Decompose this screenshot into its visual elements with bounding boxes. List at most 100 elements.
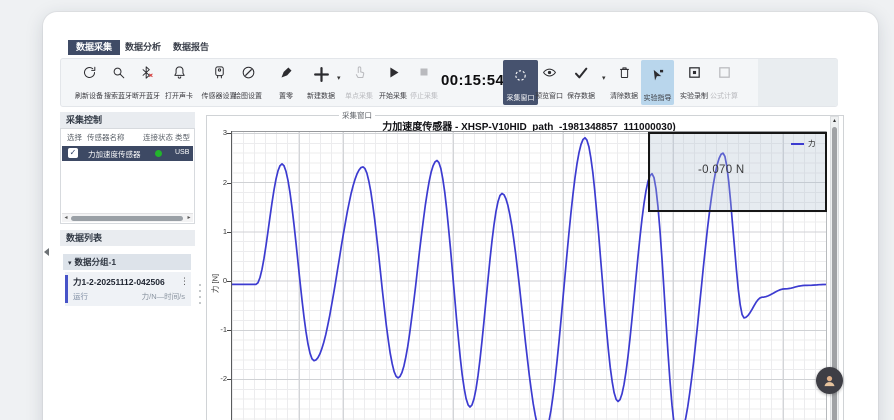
button-label: 绘图设置 (234, 93, 262, 101)
button-label: 断开蓝牙 (132, 93, 160, 101)
item-menu-icon[interactable]: ⋮ (180, 276, 189, 287)
experiment-record-button[interactable]: 实验录制 (677, 62, 711, 103)
button-label: 公式计算 (710, 93, 738, 101)
group-expand-icon[interactable]: ▾ (68, 260, 72, 267)
table-row-sensor[interactable]: ✓ 力加速度传感器 USB (62, 146, 193, 161)
y-tick-label: -1 (203, 325, 227, 334)
scroll-up-icon[interactable]: ▴ (831, 117, 838, 126)
collapse-sidebar-arrow[interactable] (44, 248, 49, 256)
chart-legend: 力 (791, 138, 816, 149)
y-tick-mark (227, 232, 231, 233)
data-group-row[interactable]: ▾数据分组-1 (63, 254, 191, 270)
pencil-circle-icon (241, 65, 256, 80)
disconnect-bluetooth-button[interactable]: 断开蓝牙 (129, 62, 163, 103)
legend-label: 力 (808, 138, 816, 149)
item-status: 运行 (73, 291, 88, 302)
y-tick-label: 2 (203, 178, 227, 187)
search-icon (111, 65, 126, 80)
cursor-icon (650, 68, 665, 83)
y-tick-mark (227, 183, 231, 184)
button-label: 保存数据 (567, 93, 595, 101)
play-icon (386, 65, 401, 80)
button-label: 停止采集 (410, 93, 438, 101)
button-label: 实验指导 (644, 95, 672, 103)
set-zero-button[interactable]: 置零 (269, 62, 303, 103)
connection-status-dot (155, 150, 162, 157)
tab-data-report[interactable]: 数据报告 (165, 40, 217, 55)
button-label: 置零 (279, 93, 293, 101)
sensor-table-header: 选择 传感器名称 连接状态 类型 (61, 132, 194, 144)
stop-acquire-button: 停止采集 (407, 62, 441, 103)
value-annotation: -0.070 N (698, 164, 745, 176)
y-tick-mark (227, 379, 231, 380)
y-tick-mark (227, 281, 231, 282)
button-label: 刷新设备 (75, 93, 103, 101)
refresh-icon (82, 65, 97, 80)
col-type: 类型 (175, 132, 190, 143)
item-name: 力1-2-20251112-042506 (73, 276, 165, 288)
panel-title-data-list: 数据列表 (60, 230, 195, 246)
tab-data-analysis[interactable]: 数据分析 (117, 40, 169, 55)
tab-data-acquisition[interactable]: 数据采集 (68, 40, 120, 55)
toolbar-empty-area (758, 59, 838, 106)
open-soundcard-button[interactable]: 打开声卡 (162, 62, 196, 103)
button-label: 采集窗口 (507, 95, 535, 103)
single-point-acquire-button: 单点采集 (342, 62, 376, 103)
button-label: 单点采集 (345, 93, 373, 101)
formula-icon (717, 65, 732, 80)
trash-icon (617, 65, 632, 80)
sensor-type: USB (175, 149, 189, 156)
dashed-circle-icon (513, 68, 528, 83)
data-list-item[interactable]: 力1-2-20251112-042506 ⋮ 运行 力/N—时间/s (65, 272, 191, 306)
y-tick-label: 1 (203, 227, 227, 236)
y-tick-label: 0 (203, 276, 227, 285)
experiment-guide-button[interactable]: 实验指导 (641, 60, 674, 105)
plot-settings-button[interactable]: 绘图设置 (231, 62, 265, 103)
item-accent-bar (65, 275, 68, 303)
pen-icon (279, 65, 294, 80)
caret-down-icon[interactable]: ▾ (602, 74, 606, 82)
preview-window-button[interactable]: 预览窗口 (532, 62, 566, 103)
button-label: 开始采集 (379, 93, 407, 101)
splitter-handle[interactable] (197, 284, 203, 304)
stop-icon (417, 65, 431, 79)
eye-icon (542, 65, 557, 80)
button-label: 搜索蓝牙 (104, 93, 132, 101)
app-window: 数据采集 数据分析 数据报告 00:15:54 刷新设备搜索蓝牙断开蓝牙打开声卡… (43, 12, 878, 420)
col-connection-status: 连接状态 (143, 132, 173, 143)
plus-icon (312, 65, 331, 84)
new-data-button[interactable]: 新建数据 (302, 62, 340, 103)
y-tick-label: 3 (203, 128, 227, 137)
y-tick-mark (227, 133, 231, 134)
assistant-avatar-button[interactable] (816, 367, 843, 394)
scroll-left-icon[interactable]: ◂ (62, 214, 70, 222)
person-icon (822, 373, 837, 388)
table-horizontal-scrollbar[interactable]: ◂ ▸ (62, 213, 193, 222)
col-sensor-name: 传感器名称 (87, 132, 125, 143)
button-label: 打开声卡 (165, 93, 193, 101)
start-acquire-button[interactable]: 开始采集 (376, 62, 410, 103)
sensor-table: 选择 传感器名称 连接状态 类型 ✓ 力加速度传感器 USB ◂ ▸ (60, 128, 195, 224)
app-screen: 数据采集 数据分析 数据报告 00:15:54 刷新设备搜索蓝牙断开蓝牙打开声卡… (0, 0, 894, 420)
y-tick-label: -2 (203, 374, 227, 383)
formula-calc-button: 公式计算 (707, 62, 741, 103)
bluetooth-off-icon (139, 65, 154, 80)
check-icon (573, 65, 589, 81)
scrollbar-thumb[interactable] (71, 216, 183, 221)
clear-data-button[interactable]: 清除数据 (607, 62, 641, 103)
toolbar: 00:15:54 刷新设备搜索蓝牙断开蓝牙打开声卡传感器设置绘图设置置零新建数据… (60, 58, 838, 107)
scroll-right-icon[interactable]: ▸ (185, 214, 193, 222)
y-tick-mark (227, 330, 231, 331)
sensor-name: 力加速度传感器 (88, 149, 141, 160)
bell-icon (172, 65, 187, 80)
button-label: 清除数据 (610, 93, 638, 101)
button-label: 新建数据 (307, 93, 335, 101)
group-label: 数据分组-1 (75, 257, 117, 267)
legend-line-swatch (791, 143, 804, 145)
save-data-button[interactable]: 保存数据 (564, 62, 598, 103)
caret-down-icon[interactable]: ▾ (337, 74, 341, 82)
item-axes-label: 力/N—时间/s (142, 291, 185, 302)
sensor-checkbox[interactable]: ✓ (68, 148, 78, 158)
panel-title-acquisition-control: 采集控制 (60, 112, 195, 128)
touch-icon (352, 65, 367, 80)
